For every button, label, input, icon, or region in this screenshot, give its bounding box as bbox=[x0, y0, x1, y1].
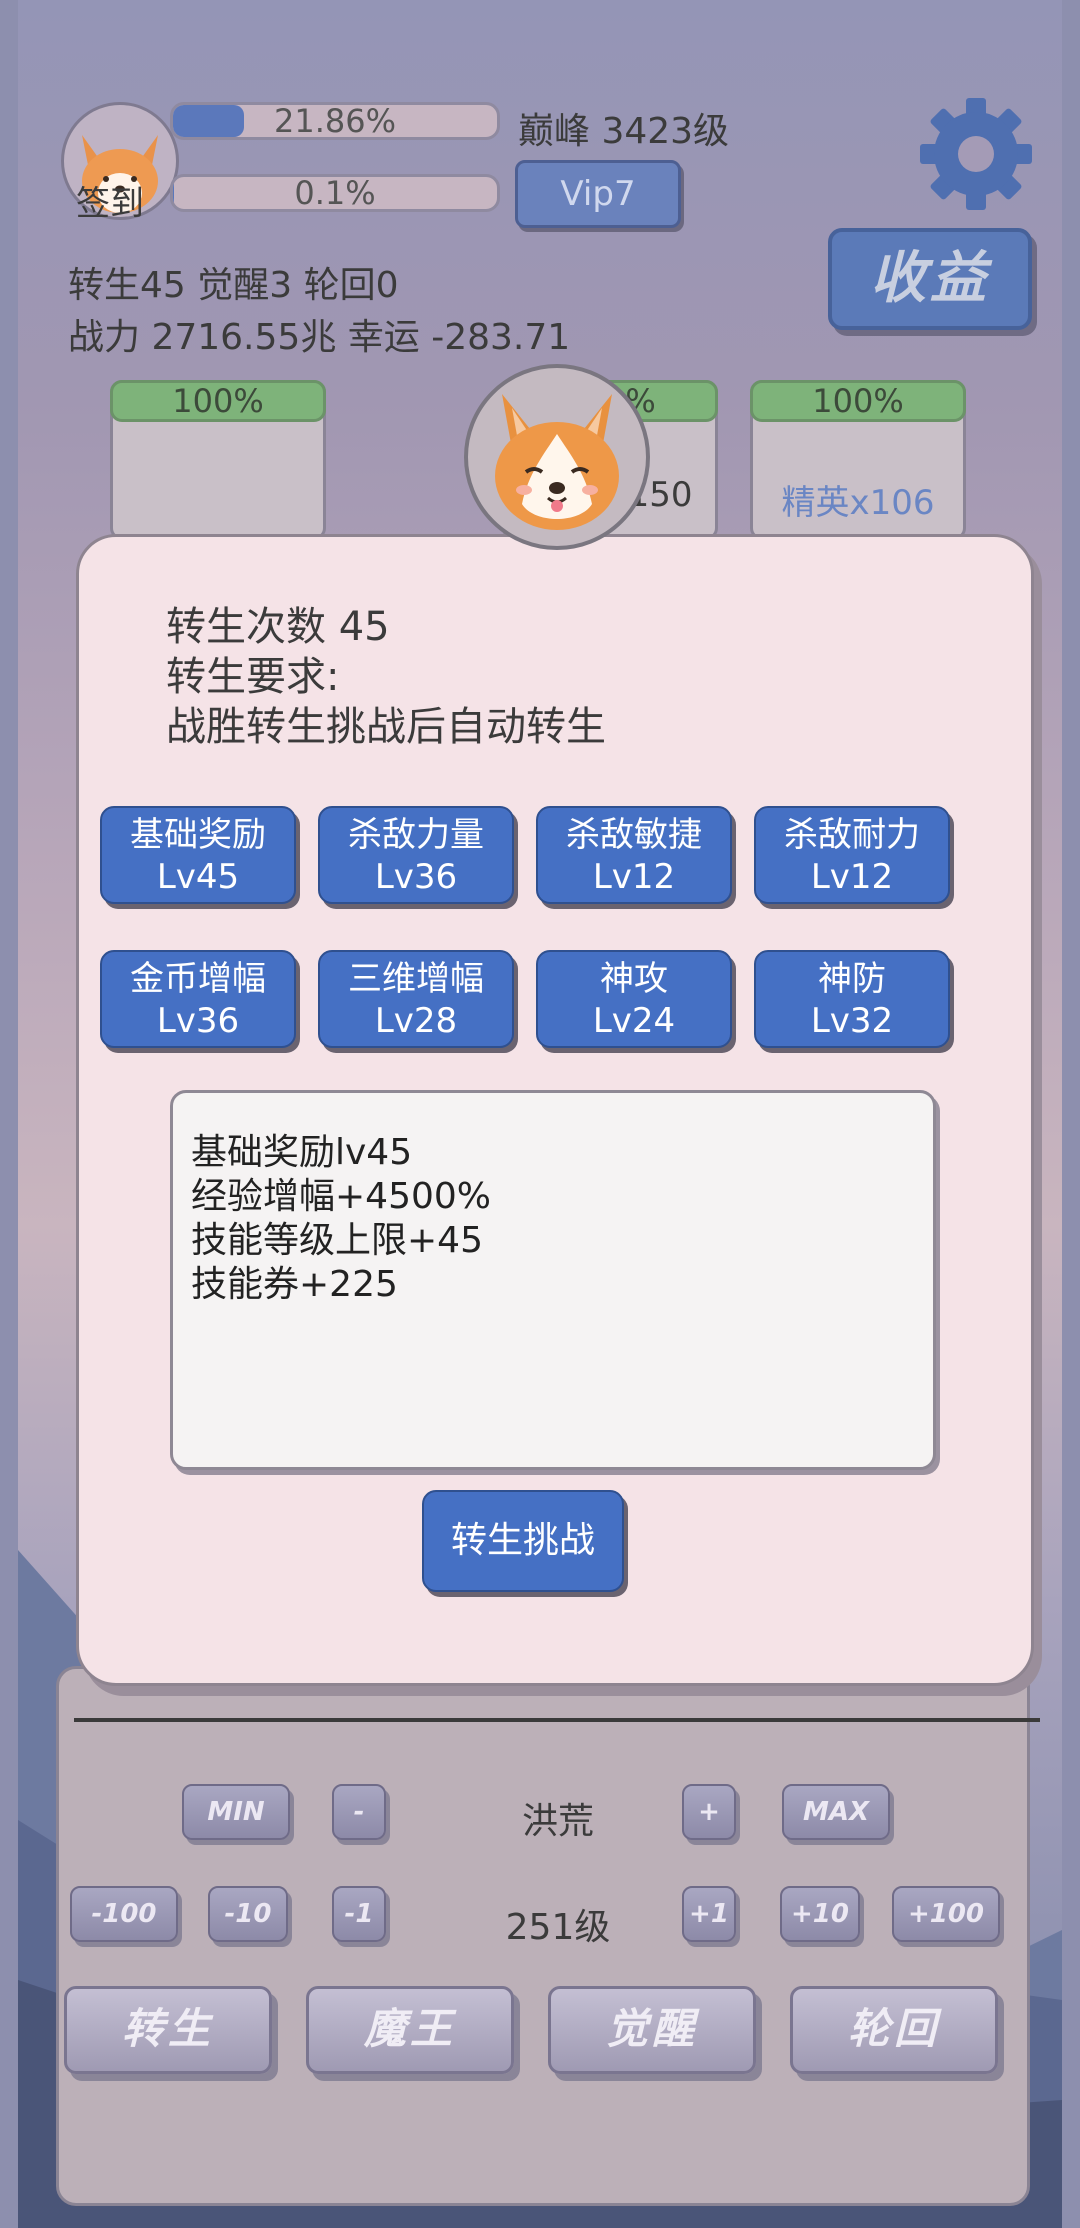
skill-name: 神攻 bbox=[600, 959, 668, 999]
plus-1-button[interactable]: +1 bbox=[682, 1886, 736, 1942]
exp-progress-text: 21.86% bbox=[273, 102, 396, 140]
rebirth-challenge-button[interactable]: 转生挑战 bbox=[422, 1490, 624, 1592]
skill-level: Lv12 bbox=[810, 857, 894, 897]
skill-name: 金币增幅 bbox=[130, 959, 266, 999]
tab-rebirth[interactable]: 转生 bbox=[64, 1986, 272, 2074]
skill-button-divine-attack[interactable]: 神攻 Lv24 bbox=[536, 950, 732, 1048]
skill-name: 杀敌力量 bbox=[348, 815, 484, 855]
sign-in-label[interactable]: 签到 bbox=[76, 176, 144, 225]
region-name: 洪荒 bbox=[521, 1801, 594, 1842]
skill-level: Lv24 bbox=[592, 1001, 676, 1041]
skill-button-stats-boost[interactable]: 三维增幅 Lv28 bbox=[318, 950, 514, 1048]
skill-button-divine-defense[interactable]: 神防 Lv32 bbox=[754, 950, 950, 1048]
skill-level: Lv36 bbox=[156, 1001, 240, 1041]
secondary-progress-bar: 0.1% bbox=[170, 174, 500, 212]
peak-level: 巅峰 3423级 bbox=[518, 111, 730, 152]
skill-name: 杀敌敏捷 bbox=[566, 815, 702, 855]
skill-name: 神防 bbox=[818, 959, 886, 999]
skill-name: 杀敌耐力 bbox=[784, 815, 920, 855]
skill-button-base-reward[interactable]: 基础奖励 Lv45 bbox=[100, 806, 296, 904]
skill-level: Lv45 bbox=[156, 857, 240, 897]
level-label: 251级 bbox=[505, 1907, 611, 1948]
game-background: 签到 21.86% 0.1% 巅峰 3423级 Vip7 收益 转生45 觉醒3… bbox=[18, 0, 1062, 2228]
stage-card-progress: 100% bbox=[110, 380, 326, 422]
rebirth-requirement-detail: 战胜转生挑战后自动转生 bbox=[166, 704, 606, 750]
skill-button-kill-strength[interactable]: 杀敌力量 Lv36 bbox=[318, 806, 514, 904]
exp-progress-bar: 21.86% bbox=[170, 102, 500, 140]
minus-10-button[interactable]: -10 bbox=[208, 1886, 288, 1942]
plus-10-button[interactable]: +10 bbox=[780, 1886, 860, 1942]
gear-icon[interactable] bbox=[918, 96, 1034, 212]
skill-level: Lv32 bbox=[810, 1001, 894, 1041]
tab-demon-king[interactable]: 魔王 bbox=[306, 1986, 514, 2074]
skill-level: Lv12 bbox=[592, 857, 676, 897]
minus-button[interactable]: - bbox=[332, 1784, 386, 1840]
skill-level: Lv28 bbox=[374, 1001, 458, 1041]
secondary-progress-text: 0.1% bbox=[294, 174, 376, 212]
stage-card-label: 精英x106 bbox=[781, 483, 935, 523]
tab-awaken[interactable]: 觉醒 bbox=[548, 1986, 756, 2074]
skill-level: Lv36 bbox=[374, 857, 458, 897]
skill-name: 基础奖励 bbox=[130, 815, 266, 855]
skill-name: 三维增幅 bbox=[348, 959, 484, 999]
minus-1-button[interactable]: -1 bbox=[332, 1886, 386, 1942]
plus-button[interactable]: + bbox=[682, 1784, 736, 1840]
divider bbox=[74, 1718, 1040, 1722]
max-button[interactable]: MAX bbox=[782, 1784, 890, 1840]
plus-100-button[interactable]: +100 bbox=[892, 1886, 1000, 1942]
stats-line-1: 转生45 觉醒3 轮回0 bbox=[68, 265, 399, 306]
corgi-medallion bbox=[464, 364, 650, 550]
minus-100-button[interactable]: -100 bbox=[70, 1886, 178, 1942]
corgi-face-icon bbox=[495, 394, 619, 530]
stats-line-2: 战力 2716.55兆 幸运 -283.71 bbox=[68, 317, 571, 358]
info-line: 技能券+225 bbox=[191, 1264, 398, 1305]
min-button[interactable]: MIN bbox=[182, 1784, 290, 1840]
tab-reincarnation[interactable]: 轮回 bbox=[790, 1986, 998, 2074]
skill-button-kill-endurance[interactable]: 杀敌耐力 Lv12 bbox=[754, 806, 950, 904]
stage-card-progress: 100% bbox=[750, 380, 966, 422]
skill-button-gold-boost[interactable]: 金币增幅 Lv36 bbox=[100, 950, 296, 1048]
stage-card-3[interactable]: 100% 精英x106 bbox=[750, 380, 966, 540]
vip-button[interactable]: Vip7 bbox=[515, 160, 681, 228]
skill-info-box: 基础奖励lv45 经验增幅+4500% 技能等级上限+45 技能券+225 bbox=[170, 1090, 936, 1470]
stage-card-1[interactable]: 100% bbox=[110, 380, 326, 540]
skill-button-kill-agility[interactable]: 杀敌敏捷 Lv12 bbox=[536, 806, 732, 904]
income-button[interactable]: 收益 bbox=[828, 228, 1032, 330]
